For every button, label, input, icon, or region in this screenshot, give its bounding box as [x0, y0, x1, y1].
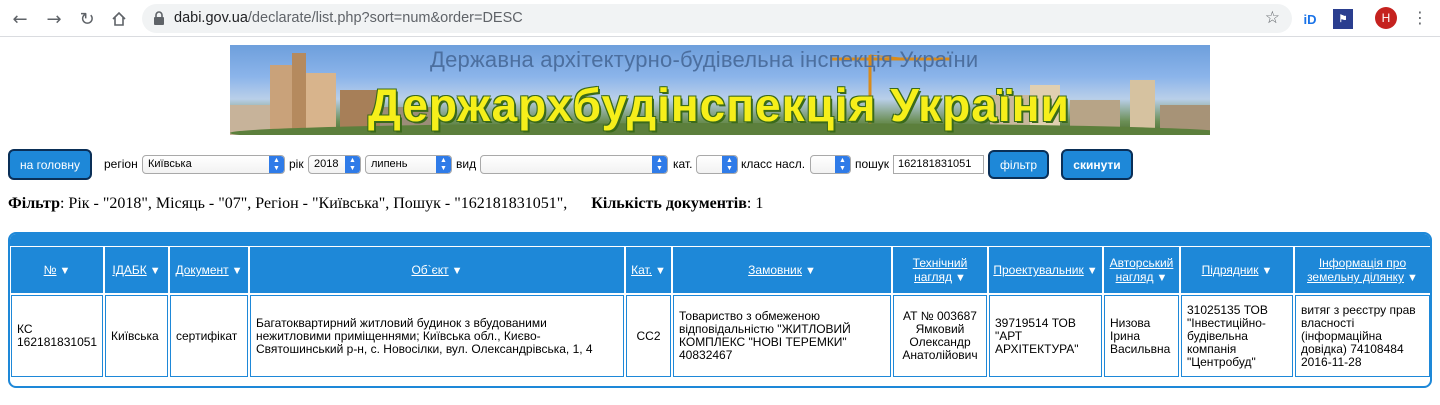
year-label: рік [289, 157, 304, 171]
lock-icon [154, 11, 164, 25]
search-input[interactable]: 162181831051 [893, 155, 984, 174]
region-label: регіон [104, 157, 138, 171]
header-designer[interactable]: Проектувальник ▼ [989, 247, 1102, 293]
chevron-updown-icon: ▲ ▼ [722, 156, 737, 173]
type-label: вид [456, 157, 477, 171]
address-bar[interactable]: dabi.gov.ua/declarate/list.php?sort=num&… [142, 4, 1292, 33]
header-category[interactable]: Кат. ▼ [626, 247, 671, 293]
class-label: класс насл. [741, 157, 806, 171]
cell-document: сертифікат [170, 295, 248, 377]
cell-object: Багатоквартирний житловий будинок з вбуд… [250, 295, 624, 377]
header-object[interactable]: Об`єкт ▼ [250, 247, 624, 293]
header-author-supervision[interactable]: Авторський нагляд ▼ [1104, 247, 1179, 293]
cell-category: СС2 [626, 295, 671, 377]
extension-id-icon[interactable]: iD [1300, 9, 1320, 29]
header-idabk[interactable]: ІДАБК ▼ [105, 247, 168, 293]
header-num[interactable]: № ▼ [11, 247, 103, 293]
home-icon[interactable] [107, 7, 131, 31]
sort-desc-icon[interactable]: ▼ [452, 265, 463, 277]
sort-desc-icon[interactable]: ▼ [1262, 265, 1273, 277]
header-tech-supervision[interactable]: Технічний нагляд ▼ [893, 247, 987, 293]
category-label: кат. [673, 157, 693, 171]
month-select[interactable]: липень ▲ ▼ [365, 155, 452, 174]
profile-avatar[interactable]: H [1375, 7, 1397, 29]
sort-desc-icon[interactable]: ▼ [150, 265, 161, 277]
declarations-table: № ▼ КС 162181831051 ІДАБК ▼ Київська Документ ▼… [8, 232, 1432, 388]
chevron-updown-icon: ▲ ▼ [835, 156, 850, 173]
url-text: dabi.gov.ua/declarate/list.php?sort=num&… [174, 10, 523, 26]
cell-designer: 39719514 ТОВ "АРТ АРХІТЕКТУРА" [989, 295, 1102, 377]
type-select[interactable]: ▲ ▼ [480, 155, 668, 174]
cell-author-supervision: Низова Ірина Васильвна [1104, 295, 1179, 377]
header-land-info[interactable]: Інформація про земельну ділянку ▼ [1295, 247, 1430, 293]
menu-kebab-icon[interactable]: ⋮ [1412, 8, 1428, 27]
class-select[interactable]: ▲ ▼ [810, 155, 851, 174]
banner-subtitle: Державна архітектурно-будівельна інспекц… [430, 47, 979, 72]
sort-desc-icon[interactable]: ▼ [1407, 272, 1418, 284]
cell-customer: Товариство з обмеженою відповідальністю … [673, 295, 891, 377]
browser-toolbar: ← → ↻ dabi.gov.ua/declarate/list.php?sor… [0, 0, 1440, 37]
site-banner: Державна архітектурно-будівельна інспекц… [230, 45, 1210, 135]
back-arrow-icon[interactable]: ← [8, 7, 32, 31]
chevron-updown-icon: ▲ ▼ [269, 156, 284, 173]
banner-title: Держархбудінспекція України [368, 79, 1070, 131]
header-contractor[interactable]: Підрядник ▼ [1181, 247, 1293, 293]
category-select[interactable]: ▲ ▼ [696, 155, 738, 174]
forward-arrow-icon[interactable]: → [42, 7, 66, 31]
filter-summary: Фільтр: Рік - "2018", Місяць - "07", Рег… [8, 195, 764, 212]
sort-desc-icon[interactable]: ▼ [1087, 265, 1098, 277]
year-select[interactable]: 2018 ▲ ▼ [308, 155, 361, 174]
chevron-updown-icon: ▲ ▼ [345, 156, 360, 173]
search-label: пошук [855, 157, 890, 171]
chevron-updown-icon: ▲ ▼ [652, 156, 667, 173]
sort-desc-icon[interactable]: ▼ [955, 272, 966, 284]
table-top-bar [10, 234, 1430, 246]
sort-desc-icon[interactable]: ▼ [59, 265, 70, 277]
extension-flag-icon[interactable]: ⚑ [1333, 9, 1353, 29]
cell-contractor: 31025135 ТОВ "Інвестиційно-будівельна ко… [1181, 295, 1293, 377]
sort-desc-icon[interactable]: ▼ [805, 265, 816, 277]
sort-desc-icon[interactable]: ▼ [655, 265, 666, 277]
header-customer[interactable]: Замовник ▼ [673, 247, 891, 293]
cell-tech-supervision: АТ № 003687 Ямковий Олександр Анатолійов… [893, 295, 987, 377]
cell-num: КС 162181831051 [11, 295, 103, 377]
chevron-updown-icon: ▲ ▼ [436, 156, 451, 173]
reload-icon[interactable]: ↻ [75, 7, 99, 31]
filter-button[interactable]: фільтр [988, 150, 1049, 179]
cell-land-info: витяг з реєстру прав власності (інформац… [1295, 295, 1430, 377]
bookmark-star-icon[interactable]: ☆ [1265, 8, 1280, 28]
home-button[interactable]: на головну [8, 149, 92, 180]
reset-button[interactable]: скинути [1061, 149, 1133, 180]
region-select[interactable]: Київська ▲ ▼ [142, 155, 285, 174]
sort-desc-icon[interactable]: ▼ [232, 265, 243, 277]
header-document[interactable]: Документ ▼ [170, 247, 248, 293]
sort-desc-icon[interactable]: ▼ [1157, 272, 1168, 284]
cell-idabk: Київська [105, 295, 168, 377]
